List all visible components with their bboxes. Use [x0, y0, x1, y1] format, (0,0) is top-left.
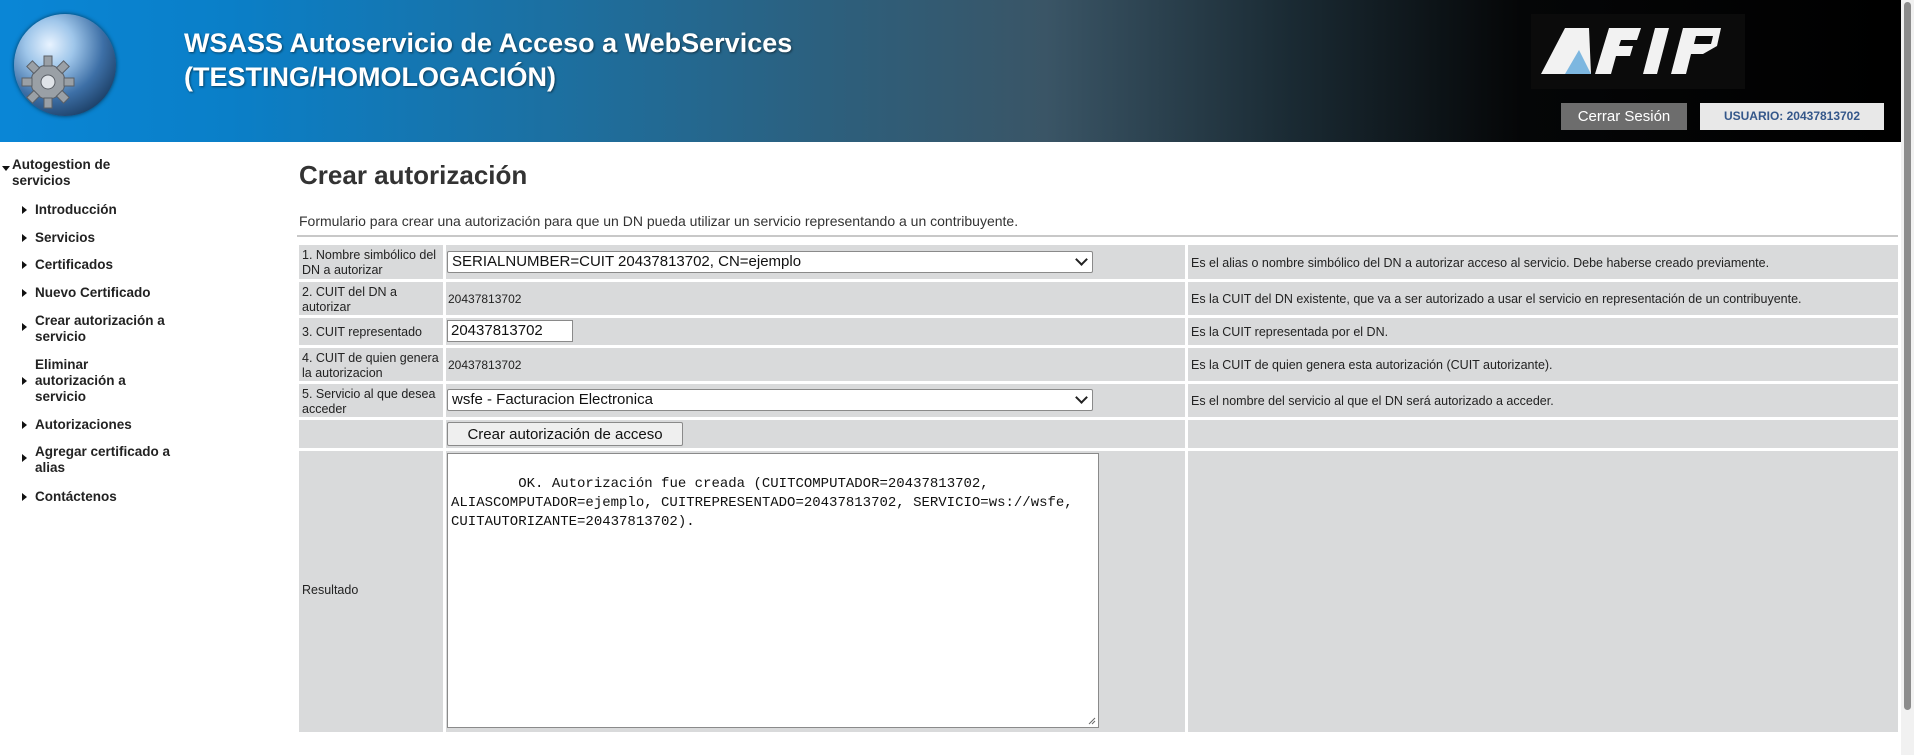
sidebar-item-autorizaciones[interactable]: Autorizaciones — [22, 417, 192, 433]
app-title: WSASS Autoservicio de Acceso a WebServic… — [184, 26, 792, 94]
resize-handle-icon[interactable] — [1088, 717, 1096, 725]
form-row-resultado: Resultado OK. Autorización fue creada (C… — [299, 451, 1898, 732]
sidebar-item-agregar-certificado[interactable]: Agregar certificado a alias — [22, 444, 192, 476]
field-label: 2. CUIT del DN a autorizar — [299, 282, 443, 315]
form-row-cuit-dn: 2. CUIT del DN a autorizar 20437813702 E… — [299, 282, 1898, 315]
sidebar-item-label: Agregar certificado a alias — [35, 444, 171, 475]
sidebar-item-label: Crear autorización a servicio — [35, 313, 165, 344]
field-help: Es la CUIT representada por el DN. — [1188, 318, 1898, 345]
field-label: 1. Nombre simbólico del DN a autorizar — [299, 245, 443, 279]
sidebar-item-crear-autorizacion[interactable]: Crear autorización a servicio — [22, 313, 192, 345]
app-title-line2: (TESTING/HOMOLOGACIÓN) — [184, 62, 556, 92]
servicio-select-value: wsfe - Facturacion Electronica — [452, 391, 653, 408]
triangle-right-icon — [22, 493, 27, 501]
cuit-autorizante-value: 20437813702 — [446, 348, 1185, 381]
page-description: Formulario para crear una autorización p… — [299, 213, 1019, 229]
sidebar-item-nuevo-certificado[interactable]: Nuevo Certificado — [22, 285, 192, 301]
sidebar-item-label: Servicios — [35, 230, 96, 245]
page-header: WSASS Autoservicio de Acceso a WebServic… — [0, 0, 1901, 142]
divider — [297, 235, 1898, 237]
logout-button[interactable]: Cerrar Sesión — [1561, 103, 1687, 130]
crear-autorizacion-button[interactable]: Crear autorización de acceso — [447, 422, 683, 446]
form-row-alias: 1. Nombre simbólico del DN a autorizar S… — [299, 245, 1898, 279]
triangle-right-icon — [22, 377, 27, 385]
chevron-down-icon — [1075, 253, 1088, 266]
triangle-down-icon — [2, 166, 10, 171]
empty-cell — [299, 420, 443, 448]
page-title: Crear autorización — [299, 160, 528, 190]
sidebar-item-servicios[interactable]: Servicios — [22, 230, 192, 246]
triangle-right-icon — [22, 261, 27, 269]
form-row-submit: Crear autorización de acceso — [299, 420, 1898, 448]
sidebar-item-label: Introducción — [35, 202, 117, 217]
sidebar-item-label: Contáctenos — [35, 489, 117, 504]
sidebar-item-label: Nuevo Certificado — [35, 285, 151, 300]
field-help: Es la CUIT del DN existente, que va a se… — [1188, 282, 1898, 315]
afip-logo-icon — [1541, 28, 1721, 74]
field-label: 4. CUIT de quien genera la autorizacion — [299, 348, 443, 381]
sidebar-root-item[interactable]: Autogestion de servicios — [2, 157, 152, 189]
scrollbar-thumb[interactable] — [1904, 2, 1911, 710]
form-row-cuit-representado: 3. CUIT representado 20437813702 Es la C… — [299, 318, 1898, 345]
alias-select-value: SERIALNUMBER=CUIT 20437813702, CN=ejempl… — [452, 253, 802, 270]
sidebar-item-certificados[interactable]: Certificados — [22, 257, 192, 273]
servicio-select[interactable]: wsfe - Facturacion Electronica — [447, 389, 1093, 411]
chevron-down-icon — [1075, 391, 1088, 404]
triangle-right-icon — [22, 289, 27, 297]
page-scrollbar[interactable] — [1901, 0, 1914, 755]
sidebar-item-label: Certificados — [35, 257, 114, 272]
app-title-line1: WSASS Autoservicio de Acceso a WebServic… — [184, 28, 793, 58]
gear-icon — [21, 55, 75, 109]
user-badge: USUARIO: 20437813702 — [1700, 103, 1884, 130]
triangle-right-icon — [22, 454, 27, 462]
alias-select[interactable]: SERIALNUMBER=CUIT 20437813702, CN=ejempl… — [447, 251, 1093, 273]
result-text: OK. Autorización fue creada (CUITCOMPUTA… — [451, 476, 1073, 530]
sidebar-item-introduccion[interactable]: Introducción — [22, 202, 192, 218]
field-value-cell: 20437813702 — [446, 318, 1185, 345]
sidebar-item-contactenos[interactable]: Contáctenos — [22, 489, 192, 505]
afip-logo — [1531, 14, 1745, 89]
field-value-cell: SERIALNUMBER=CUIT 20437813702, CN=ejempl… — [446, 245, 1185, 279]
form-row-servicio: 5. Servicio al que desea acceder wsfe - … — [299, 384, 1898, 417]
result-textarea[interactable]: OK. Autorización fue creada (CUITCOMPUTA… — [447, 453, 1099, 728]
sidebar-item-eliminar-autorizacion[interactable]: Eliminar autorización a servicio — [22, 357, 192, 405]
form-row-cuit-autorizante: 4. CUIT de quien genera la autorizacion … — [299, 348, 1898, 381]
triangle-right-icon — [22, 234, 27, 242]
result-label: Resultado — [299, 451, 443, 732]
empty-cell — [1188, 451, 1898, 732]
field-label: 5. Servicio al que desea acceder — [299, 384, 443, 417]
field-label: 3. CUIT representado — [299, 318, 443, 345]
field-value-cell: wsfe - Facturacion Electronica — [446, 384, 1185, 417]
field-help: Es la CUIT de quien genera esta autoriza… — [1188, 348, 1898, 381]
triangle-right-icon — [22, 421, 27, 429]
result-cell: OK. Autorización fue creada (CUITCOMPUTA… — [446, 451, 1185, 732]
sidebar-item-label: Eliminar autorización a servicio — [35, 357, 126, 404]
field-help: Es el alias o nombre simbólico del DN a … — [1188, 245, 1898, 279]
triangle-right-icon — [22, 206, 27, 214]
cuit-dn-value: 20437813702 — [446, 282, 1185, 315]
submit-cell: Crear autorización de acceso — [446, 420, 1185, 448]
empty-cell — [1188, 420, 1898, 448]
triangle-right-icon — [22, 323, 27, 331]
cuit-representado-input[interactable]: 20437813702 — [447, 320, 573, 342]
field-help: Es el nombre del servicio al que el DN s… — [1188, 384, 1898, 417]
sidebar-item-label: Autorizaciones — [35, 417, 132, 432]
sidebar-root-label: Autogestion de servicios — [12, 157, 111, 188]
